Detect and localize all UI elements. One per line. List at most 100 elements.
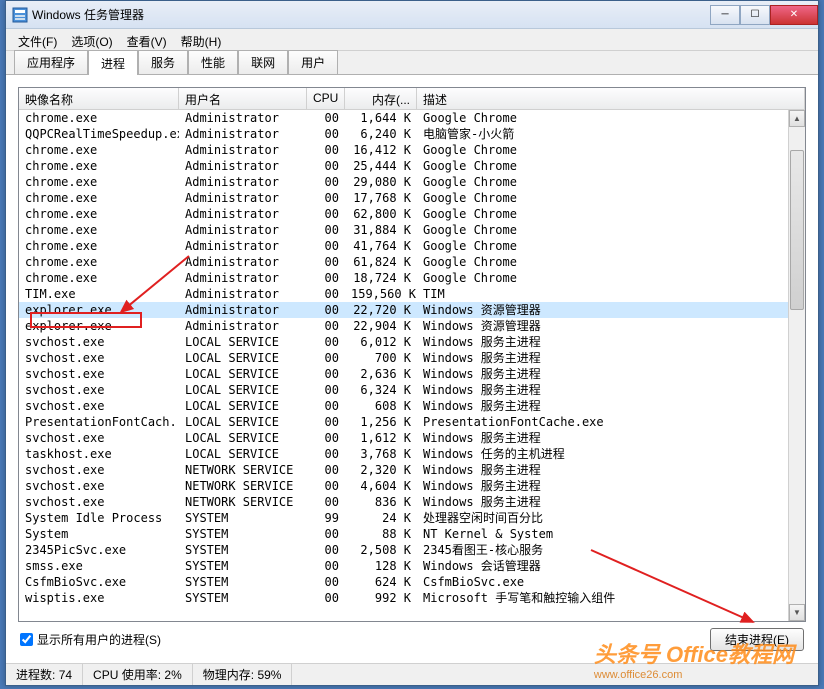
cell: 00: [307, 318, 345, 334]
tab-content: 映像名称 用户名 CPU 内存(... 描述 chrome.exeAdminis…: [6, 77, 818, 663]
cell: Windows 服务主进程: [417, 382, 788, 398]
menu-options[interactable]: 选项(O): [65, 31, 118, 48]
cell: wisptis.exe: [19, 590, 179, 606]
tab-users[interactable]: 用户: [288, 50, 338, 74]
cell: PresentationFontCache.exe: [417, 414, 788, 430]
tab-performance[interactable]: 性能: [188, 50, 238, 74]
process-row[interactable]: chrome.exeAdministrator0061,824 KGoogle …: [19, 254, 788, 270]
process-row[interactable]: svchost.exeLOCAL SERVICE006,012 KWindows…: [19, 334, 788, 350]
menu-view[interactable]: 查看(V): [121, 31, 173, 48]
process-row[interactable]: taskhost.exeLOCAL SERVICE003,768 KWindow…: [19, 446, 788, 462]
cell: LOCAL SERVICE: [179, 414, 307, 430]
cell: svchost.exe: [19, 494, 179, 510]
process-row[interactable]: svchost.exeNETWORK SERVICE004,604 KWindo…: [19, 478, 788, 494]
cell: SYSTEM: [179, 510, 307, 526]
process-row[interactable]: wisptis.exeSYSTEM00992 KMicrosoft 手写笔和触控…: [19, 590, 788, 606]
cell: 00: [307, 206, 345, 222]
cell: SYSTEM: [179, 574, 307, 590]
status-process-count: 进程数: 74: [6, 664, 83, 685]
show-all-users-checkbox[interactable]: [20, 633, 33, 646]
cell: Administrator: [179, 222, 307, 238]
process-row[interactable]: 2345PicSvc.exeSYSTEM002,508 K2345看图王-核心服…: [19, 542, 788, 558]
process-row[interactable]: chrome.exeAdministrator0016,412 KGoogle …: [19, 142, 788, 158]
process-row[interactable]: explorer.exeAdministrator0022,904 KWindo…: [19, 318, 788, 334]
process-row[interactable]: TIM.exeAdministrator00159,560 KTIM: [19, 286, 788, 302]
process-row[interactable]: svchost.exeNETWORK SERVICE00836 KWindows…: [19, 494, 788, 510]
tab-services[interactable]: 服务: [138, 50, 188, 74]
cell: Administrator: [179, 254, 307, 270]
scroll-down-button[interactable]: ▼: [789, 604, 805, 621]
cell: 00: [307, 174, 345, 190]
process-row[interactable]: chrome.exeAdministrator0062,800 KGoogle …: [19, 206, 788, 222]
cell: 00: [307, 558, 345, 574]
scrollbar-thumb[interactable]: [790, 150, 804, 310]
status-bar: 进程数: 74 CPU 使用率: 2% 物理内存: 59%: [6, 663, 818, 685]
process-row[interactable]: svchost.exeLOCAL SERVICE001,612 KWindows…: [19, 430, 788, 446]
process-row[interactable]: chrome.exeAdministrator0029,080 KGoogle …: [19, 174, 788, 190]
cell: 700 K: [345, 350, 417, 366]
process-row[interactable]: chrome.exeAdministrator0025,444 KGoogle …: [19, 158, 788, 174]
process-row[interactable]: svchost.exeLOCAL SERVICE00700 KWindows 服…: [19, 350, 788, 366]
cell: 00: [307, 398, 345, 414]
process-row[interactable]: svchost.exeLOCAL SERVICE00608 KWindows 服…: [19, 398, 788, 414]
process-row[interactable]: System Idle ProcessSYSTEM9924 K处理器空闲时间百分…: [19, 510, 788, 526]
cell: Google Chrome: [417, 190, 788, 206]
cell: NETWORK SERVICE: [179, 494, 307, 510]
cell: chrome.exe: [19, 238, 179, 254]
process-row[interactable]: QQPCRealTimeSpeedup.exeAdministrator006,…: [19, 126, 788, 142]
maximize-button[interactable]: ☐: [740, 5, 770, 25]
cell: 00: [307, 110, 345, 126]
cell: 00: [307, 542, 345, 558]
scroll-up-button[interactable]: ▲: [789, 110, 805, 127]
col-header-description[interactable]: 描述: [417, 88, 805, 109]
cell: SYSTEM: [179, 558, 307, 574]
cell: LOCAL SERVICE: [179, 446, 307, 462]
cell: 4,604 K: [345, 478, 417, 494]
cell: 2,508 K: [345, 542, 417, 558]
process-row[interactable]: chrome.exeAdministrator0041,764 KGoogle …: [19, 238, 788, 254]
cell: 608 K: [345, 398, 417, 414]
process-row[interactable]: chrome.exeAdministrator0031,884 KGoogle …: [19, 222, 788, 238]
process-row[interactable]: svchost.exeLOCAL SERVICE006,324 KWindows…: [19, 382, 788, 398]
cell: 00: [307, 334, 345, 350]
col-header-user[interactable]: 用户名: [179, 88, 307, 109]
tab-networking[interactable]: 联网: [238, 50, 288, 74]
tab-processes[interactable]: 进程: [88, 50, 138, 75]
cell: 992 K: [345, 590, 417, 606]
cell: 624 K: [345, 574, 417, 590]
menu-file[interactable]: 文件(F): [12, 31, 63, 48]
close-button[interactable]: ✕: [770, 5, 818, 25]
col-header-image[interactable]: 映像名称: [19, 88, 179, 109]
process-row[interactable]: CsfmBioSvc.exeSYSTEM00624 KCsfmBioSvc.ex…: [19, 574, 788, 590]
tab-applications[interactable]: 应用程序: [14, 50, 88, 74]
titlebar[interactable]: Windows 任务管理器 ─ ☐ ✕: [6, 1, 818, 29]
cell: 25,444 K: [345, 158, 417, 174]
cell: Windows 会话管理器: [417, 558, 788, 574]
process-row[interactable]: svchost.exeNETWORK SERVICE002,320 KWindo…: [19, 462, 788, 478]
cell: Windows 服务主进程: [417, 366, 788, 382]
minimize-button[interactable]: ─: [710, 5, 740, 25]
menu-help[interactable]: 帮助(H): [175, 31, 228, 48]
cell: 00: [307, 478, 345, 494]
process-row[interactable]: chrome.exeAdministrator0018,724 KGoogle …: [19, 270, 788, 286]
process-row[interactable]: svchost.exeLOCAL SERVICE002,636 KWindows…: [19, 366, 788, 382]
process-row[interactable]: chrome.exeAdministrator0017,768 KGoogle …: [19, 190, 788, 206]
cell: Windows 服务主进程: [417, 350, 788, 366]
cell: TIM: [417, 286, 788, 302]
process-row[interactable]: explorer.exeAdministrator0022,720 KWindo…: [19, 302, 788, 318]
cell: 17,768 K: [345, 190, 417, 206]
process-row[interactable]: smss.exeSYSTEM00128 KWindows 会话管理器: [19, 558, 788, 574]
show-all-users-checkbox-wrap[interactable]: 显示所有用户的进程(S): [20, 631, 161, 648]
process-row[interactable]: chrome.exeAdministrator001,644 KGoogle C…: [19, 110, 788, 126]
col-header-memory[interactable]: 内存(...: [345, 88, 417, 109]
end-process-button[interactable]: 结束进程(E): [710, 628, 804, 651]
col-header-cpu[interactable]: CPU: [307, 88, 345, 109]
process-row[interactable]: SystemSYSTEM0088 KNT Kernel & System: [19, 526, 788, 542]
cell: Google Chrome: [417, 206, 788, 222]
cell: 00: [307, 494, 345, 510]
listview-body[interactable]: chrome.exeAdministrator001,644 KGoogle C…: [19, 110, 788, 621]
vertical-scrollbar[interactable]: ▲ ▼: [788, 110, 805, 621]
cell: 00: [307, 126, 345, 142]
cell: explorer.exe: [19, 302, 179, 318]
process-row[interactable]: PresentationFontCach...LOCAL SERVICE001,…: [19, 414, 788, 430]
